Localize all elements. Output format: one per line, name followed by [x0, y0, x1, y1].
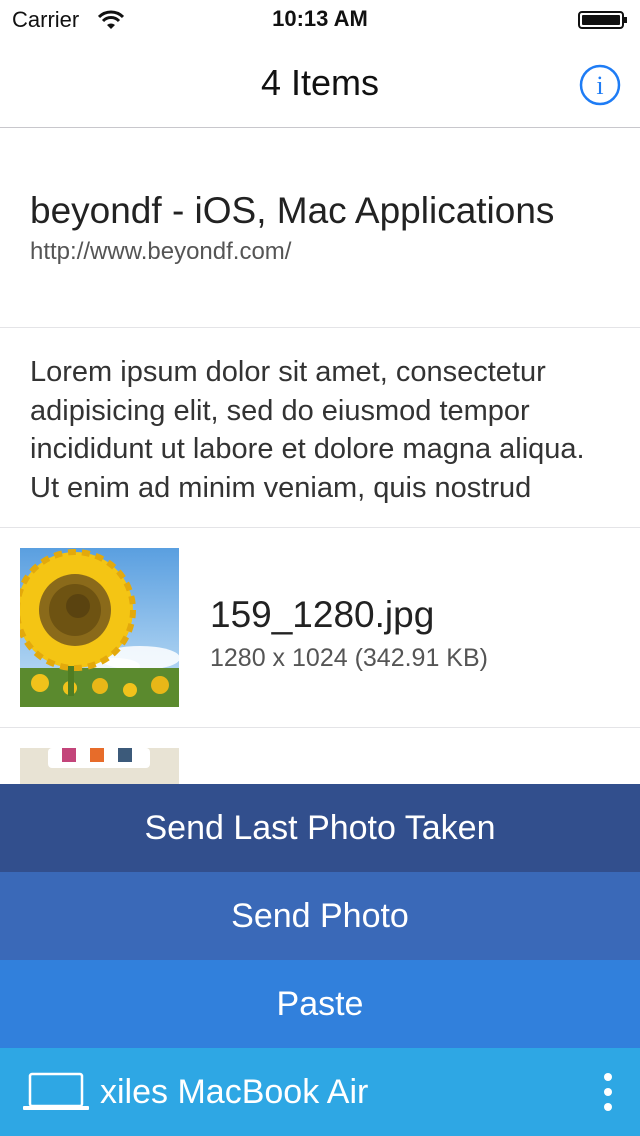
list-item-link[interactable]: beyondf - iOS, Mac Applications http://w…: [0, 128, 640, 328]
file-name: 159_1280.jpg: [210, 594, 435, 635]
sunflower-thumbnail: [20, 548, 179, 707]
info-icon[interactable]: i: [579, 64, 621, 106]
file-info: 1280 x 1024 (342.91 KB): [210, 644, 488, 672]
paste-button[interactable]: Paste: [0, 960, 640, 1048]
device-selector[interactable]: xiles MacBook Air: [0, 1048, 640, 1136]
link-title: beyondf - iOS, Mac Applications: [30, 190, 555, 231]
more-vertical-icon[interactable]: [602, 1072, 614, 1112]
status-time: 10:13 AM: [272, 6, 368, 31]
send-last-photo-button[interactable]: Send Last Photo Taken: [0, 784, 640, 872]
battery-icon: [578, 11, 627, 29]
list-item-text[interactable]: Lorem ipsum dolor sit amet, consectetur …: [0, 328, 640, 528]
list-item-image[interactable]: 159_1280.jpg 1280 x 1024 (342.91 KB): [0, 528, 640, 728]
nav-title: 4 Items: [260, 62, 380, 103]
device-name: xiles MacBook Air: [100, 1073, 369, 1111]
item-list: beyondf - iOS, Mac Applications http://w…: [0, 128, 640, 848]
svg-text:i: i: [596, 71, 603, 100]
send-photo-button[interactable]: Send Photo: [0, 872, 640, 960]
text-content: Lorem ipsum dolor sit amet, consectetur …: [30, 356, 585, 504]
status-bar: Carrier 10:13 AM: [0, 0, 640, 40]
laptop-icon: [23, 1072, 89, 1110]
link-url: http://www.beyondf.com/: [30, 238, 292, 265]
nav-bar: 4 Items i: [0, 40, 640, 128]
